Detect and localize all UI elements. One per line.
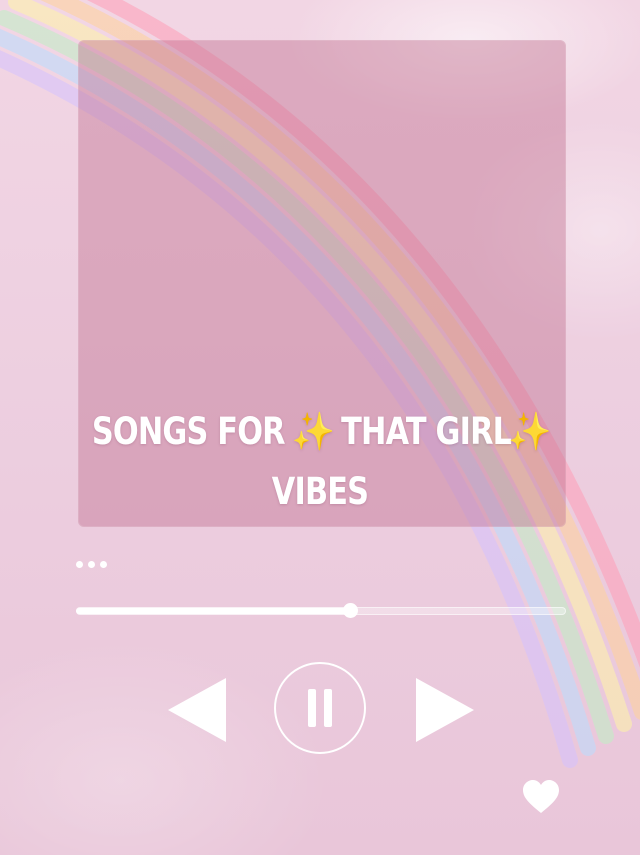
next-button[interactable] xyxy=(414,676,476,744)
dot xyxy=(88,560,95,568)
title-text-2: THAT GIRL xyxy=(331,410,512,453)
more-dots-icon[interactable] xyxy=(76,558,116,570)
pause-bar xyxy=(324,689,332,727)
previous-button[interactable] xyxy=(166,676,228,744)
heart-icon xyxy=(523,780,559,813)
sparkle-icon: ✨ xyxy=(291,410,335,453)
next-icon xyxy=(416,678,474,742)
like-button[interactable] xyxy=(522,780,560,814)
progress-bar[interactable] xyxy=(76,603,566,618)
title-text-1: SONGS FOR xyxy=(91,410,295,453)
dot xyxy=(76,560,83,568)
pause-bar xyxy=(308,689,316,727)
previous-icon xyxy=(168,678,226,742)
dot xyxy=(100,560,107,568)
playlist-title: SONGS FOR ✨ THAT GIRL✨ VIBES xyxy=(58,402,583,522)
progress-fill xyxy=(76,608,351,614)
pause-button[interactable] xyxy=(274,662,366,754)
title-text-3: VIBES xyxy=(271,470,369,513)
sparkle-icon: ✨ xyxy=(508,410,551,453)
